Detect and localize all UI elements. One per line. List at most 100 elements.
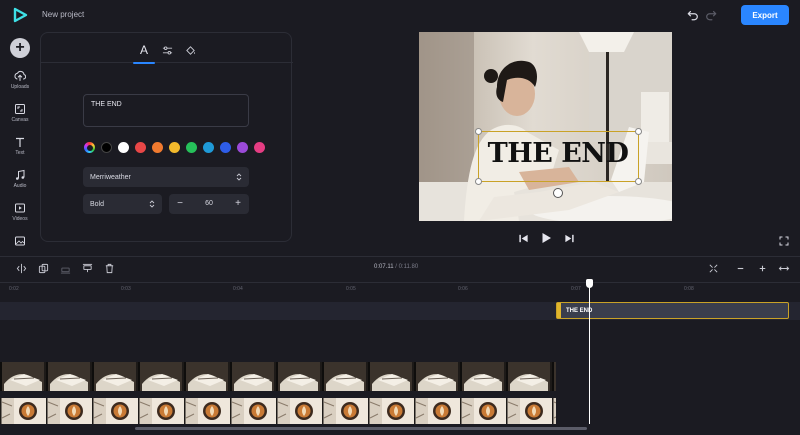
top-bar: New project Export — [0, 0, 800, 30]
ruler-tick: 0:06 — [458, 286, 468, 292]
rotate-icon[interactable] — [553, 188, 563, 198]
font-family-value: Merriweather — [90, 173, 131, 181]
timecode: 0:07.11 / 0:11.80 — [374, 264, 418, 270]
skip-back-icon — [518, 234, 528, 242]
editor-app: New project Export + Uploads Canvas Text… — [0, 0, 800, 435]
tab-text-style[interactable]: A — [133, 41, 155, 64]
rail-label-text: Text — [15, 150, 25, 156]
redo-icon[interactable] — [704, 8, 718, 22]
font-family-select[interactable]: Merriweather — [83, 167, 249, 187]
add-media-button[interactable]: + — [10, 38, 30, 58]
chevron-updown-icon — [149, 200, 155, 208]
total-time: 0:11.80 — [398, 264, 419, 270]
rail-item-audio[interactable]: Audio — [0, 169, 40, 199]
timeline-toolbar: 0:07.11 / 0:11.80 — [0, 256, 800, 278]
expand-timeline-icon[interactable] — [777, 262, 790, 274]
decrease-size-button[interactable]: − — [175, 198, 185, 210]
rail-item-videos[interactable]: Videos — [0, 202, 40, 232]
font-size-stepper: − 60 + — [169, 194, 249, 214]
play-icon — [542, 233, 551, 243]
timeline-scrollbar[interactable] — [135, 427, 587, 430]
sliders-icon — [162, 45, 172, 55]
align-bottom-icon[interactable] — [59, 262, 72, 274]
ruler-tick: 0:03 — [121, 286, 131, 292]
color-swatch[interactable] — [203, 142, 214, 153]
panel-tabs: A — [41, 33, 293, 64]
text-content-input[interactable]: THE END — [83, 94, 249, 127]
playhead-handle[interactable] — [586, 279, 593, 288]
delete-icon[interactable] — [103, 262, 116, 274]
text-properties-panel: A THE END Merriweather Bold − 60 + — [40, 32, 293, 242]
skip-forward-button[interactable] — [563, 231, 575, 245]
time-separator: / — [395, 264, 397, 270]
font-weight-value: Bold — [90, 200, 105, 208]
fit-timeline-icon[interactable] — [707, 262, 720, 274]
undo-icon[interactable] — [686, 8, 700, 22]
video-thumbnails — [0, 398, 556, 424]
color-swatch[interactable] — [220, 142, 231, 153]
project-title[interactable]: New project — [42, 10, 84, 19]
ruler-tick: 0:02 — [9, 286, 19, 292]
color-swatch[interactable] — [169, 142, 180, 153]
text-style-icon: A — [139, 43, 148, 57]
color-swatch[interactable] — [118, 142, 129, 153]
rail-item-text[interactable]: Text — [0, 136, 40, 166]
resize-handle[interactable] — [475, 178, 482, 185]
resize-handle[interactable] — [635, 128, 642, 135]
video-thumbnails — [0, 362, 556, 391]
overlay-text[interactable]: THE END — [483, 138, 633, 169]
color-swatch[interactable] — [186, 142, 197, 153]
rail-label-uploads: Uploads — [10, 84, 30, 90]
resize-handle[interactable] — [475, 128, 482, 135]
preview-photo — [419, 32, 672, 221]
rail-item-canvas[interactable]: Canvas — [0, 103, 40, 133]
ruler-tick: 0:05 — [346, 286, 356, 292]
color-swatch[interactable] — [101, 142, 112, 153]
play-button[interactable] — [539, 231, 552, 245]
ruler-tick: 0:08 — [684, 286, 694, 292]
ruler-tick: 0:04 — [233, 286, 243, 292]
rail-label-canvas: Canvas — [11, 117, 29, 123]
color-swatch[interactable] — [152, 142, 163, 153]
color-swatch[interactable] — [135, 142, 146, 153]
left-rail: + Uploads Canvas Text Audio Videos — [0, 30, 40, 255]
tab-adjust[interactable] — [158, 41, 176, 59]
paint-bucket-icon — [185, 45, 195, 55]
color-swatch[interactable] — [254, 142, 265, 153]
timeline-ruler[interactable]: 0:02 0:03 0:04 0:05 0:06 0:07 0:08 — [0, 282, 800, 294]
duplicate-icon[interactable] — [37, 262, 50, 274]
font-weight-select[interactable]: Bold — [83, 194, 162, 214]
text-icon — [16, 137, 24, 147]
rail-item-uploads[interactable]: Uploads — [0, 70, 40, 100]
text-clip[interactable]: THE END — [556, 302, 789, 319]
rail-label-audio: Audio — [13, 183, 27, 189]
align-top-icon[interactable] — [81, 262, 94, 274]
zoom-in-icon[interactable] — [756, 262, 769, 274]
current-time: 0:07.11 — [374, 264, 394, 270]
video-icon — [15, 203, 25, 213]
video-clip-1[interactable] — [0, 362, 556, 391]
video-clip-2[interactable] — [0, 398, 556, 424]
chevron-updown-icon — [236, 173, 242, 181]
logo-icon[interactable] — [12, 7, 28, 23]
increase-size-button[interactable]: + — [233, 198, 243, 210]
skip-back-button[interactable] — [517, 231, 529, 245]
preview-canvas[interactable] — [419, 32, 672, 221]
tab-fill[interactable] — [181, 41, 199, 59]
audio-icon — [16, 169, 25, 180]
fullscreen-icon[interactable] — [779, 233, 789, 246]
skip-forward-icon — [564, 234, 574, 242]
canvas-icon — [15, 104, 25, 114]
split-icon[interactable] — [15, 262, 28, 274]
font-size-value[interactable]: 60 — [197, 200, 221, 207]
playhead[interactable] — [589, 283, 590, 424]
zoom-out-icon[interactable] — [734, 262, 747, 274]
image-icon — [15, 236, 25, 246]
color-swatch[interactable] — [237, 142, 248, 153]
ruler-tick: 0:07 — [571, 286, 581, 292]
rail-label-videos: Videos — [12, 216, 28, 222]
export-button[interactable]: Export — [741, 5, 789, 25]
upload-icon — [14, 71, 26, 81]
resize-handle[interactable] — [635, 178, 642, 185]
custom-color-picker[interactable] — [84, 142, 95, 153]
